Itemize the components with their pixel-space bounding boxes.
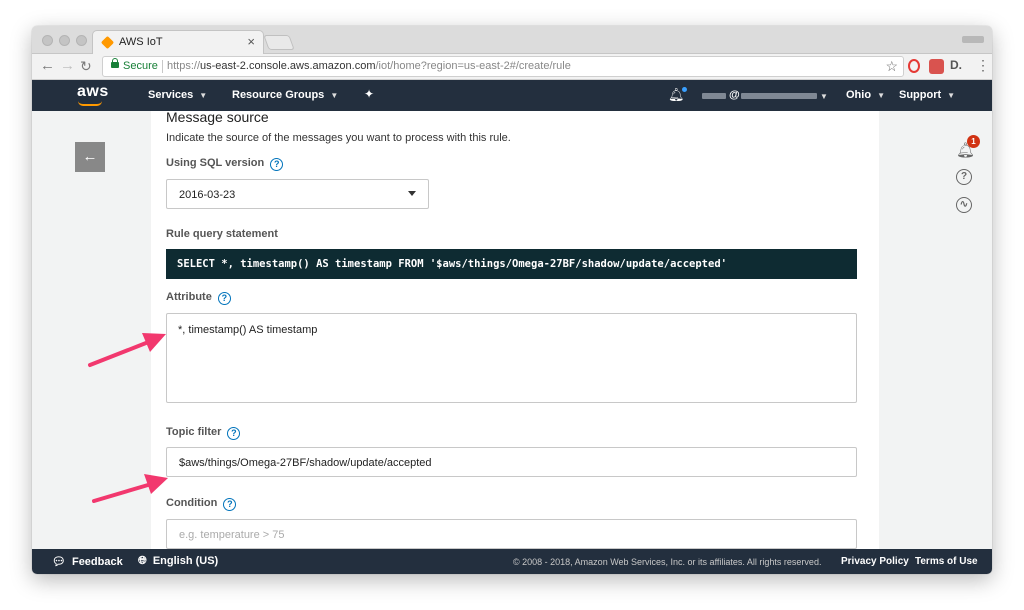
account-menu-caret[interactable]: ▼	[820, 90, 828, 102]
section-description: Indicate the source of the messages you …	[166, 132, 511, 144]
help-icon[interactable]: ?	[217, 292, 231, 305]
section-title: Message source	[166, 111, 269, 125]
chevron-down-icon: ▼	[877, 91, 885, 100]
notification-badge: 1	[967, 135, 980, 148]
account-id-redacted[interactable]	[741, 93, 817, 99]
console-footer: 💬︎ Feedback 🌐︎ English (US) © 2008 - 2018,…	[32, 549, 992, 574]
bookmark-star-icon[interactable]: ☆	[885, 58, 898, 75]
url-separator	[162, 60, 163, 73]
terms-of-use-link[interactable]: Terms of Use	[915, 556, 978, 567]
sql-version-label: Using SQL version?	[166, 157, 284, 171]
annotation-arrow-attribute	[88, 333, 166, 367]
rule-query-statement: SELECT *, timestamp() AS timestamp FROM …	[166, 249, 857, 279]
account-at: @	[729, 89, 740, 101]
browser-menu-icon[interactable]: ⋮	[976, 57, 990, 74]
account-name-redacted[interactable]	[702, 93, 726, 99]
window-minimize-button[interactable]	[59, 35, 70, 46]
language-selector[interactable]: 🌐︎ English (US)	[138, 555, 218, 568]
region-menu[interactable]: Ohio ▼	[846, 89, 885, 101]
rule-form: Message source Indicate the source of th…	[151, 111, 879, 549]
page-area: ← Message source Indicate the source of …	[32, 111, 992, 549]
reload-icon[interactable]: ↻	[80, 58, 92, 74]
annotation-arrow-topic	[92, 474, 168, 503]
chevron-down-icon: ▼	[820, 92, 828, 101]
resource-groups-menu[interactable]: Resource Groups ▼	[232, 89, 338, 101]
opera-extension-icon[interactable]	[908, 59, 920, 73]
copyright-text: © 2008 - 2018, Amazon Web Services, Inc.…	[513, 557, 822, 567]
health-icon[interactable]: ∿	[956, 197, 972, 213]
feedback-link[interactable]: 💬︎ Feedback	[52, 555, 123, 568]
new-tab-button[interactable]	[263, 35, 295, 50]
tab-strip: AWS IoT ×	[32, 26, 992, 54]
chevron-down-icon	[408, 191, 416, 196]
aws-nav-bar: aws Services ▼ Resource Groups ▼ ✦ 🔔︎ @ ▼ …	[32, 80, 992, 111]
aws-logo-smile	[78, 101, 102, 106]
chevron-down-icon: ▼	[947, 91, 956, 100]
secure-label: Secure	[123, 60, 158, 72]
forward-icon[interactable]: →	[60, 58, 75, 74]
tab-close-icon[interactable]: ×	[247, 34, 255, 49]
d-extension-icon[interactable]: D.	[950, 58, 965, 73]
browser-toolbar: ← → ↻ Secure https://us-east-2.console.a…	[32, 54, 992, 80]
help-icon[interactable]: ?	[227, 427, 241, 440]
attribute-value: *, timestamp() AS timestamp	[178, 324, 318, 336]
aws-logo[interactable]: aws	[77, 83, 109, 101]
tab-title: AWS IoT	[119, 36, 163, 48]
profile-button[interactable]	[962, 36, 984, 43]
chat-icon: 💬︎	[52, 556, 66, 568]
attribute-label: Attribute?	[166, 291, 231, 305]
lock-icon	[111, 58, 119, 68]
pin-icon[interactable]: ✦	[364, 87, 374, 101]
support-menu[interactable]: Support ▼	[899, 89, 955, 101]
back-arrow-icon[interactable]: ←	[75, 142, 105, 172]
chevron-down-icon: ▼	[330, 91, 339, 100]
sql-version-value: 2016-03-23	[179, 189, 236, 201]
globe-icon: 🌐︎	[138, 555, 147, 567]
back-icon[interactable]: ←	[40, 58, 55, 74]
topic-filter-input[interactable]: $aws/things/Omega-27BF/shadow/update/acc…	[166, 447, 857, 477]
browser-tab[interactable]: AWS IoT ×	[92, 30, 264, 54]
condition-input[interactable]: e.g. temperature > 75	[166, 519, 857, 549]
address-bar[interactable]: Secure https://us-east-2.console.aws.ama…	[102, 56, 904, 77]
sql-version-select[interactable]: 2016-03-23	[166, 179, 429, 209]
url-text: https://us-east-2.console.aws.amazon.com…	[167, 60, 571, 72]
chevron-down-icon: ▼	[199, 91, 208, 100]
help-icon[interactable]: ?	[270, 158, 284, 171]
attribute-textarea[interactable]: *, timestamp() AS timestamp	[166, 313, 857, 403]
services-menu[interactable]: Services ▼	[148, 89, 207, 101]
aws-favicon-icon	[100, 35, 115, 50]
notification-dot	[682, 87, 687, 92]
browser-window: AWS IoT × ← → ↻ Secure https://us-east-2…	[32, 26, 992, 574]
topic-filter-label: Topic filter?	[166, 426, 241, 440]
rule-query-code: SELECT *, timestamp() AS timestamp FROM …	[177, 258, 727, 270]
extension-icon[interactable]	[929, 59, 944, 74]
condition-placeholder: e.g. temperature > 75	[179, 529, 285, 541]
help-icon[interactable]: ?	[223, 498, 237, 511]
window-close-button[interactable]	[42, 35, 53, 46]
topic-filter-value: $aws/things/Omega-27BF/shadow/update/acc…	[179, 457, 432, 469]
privacy-policy-link[interactable]: Privacy Policy	[841, 556, 909, 567]
question-icon[interactable]: ?	[956, 169, 972, 185]
rule-query-label: Rule query statement	[166, 228, 278, 240]
window-maximize-button[interactable]	[76, 35, 87, 46]
